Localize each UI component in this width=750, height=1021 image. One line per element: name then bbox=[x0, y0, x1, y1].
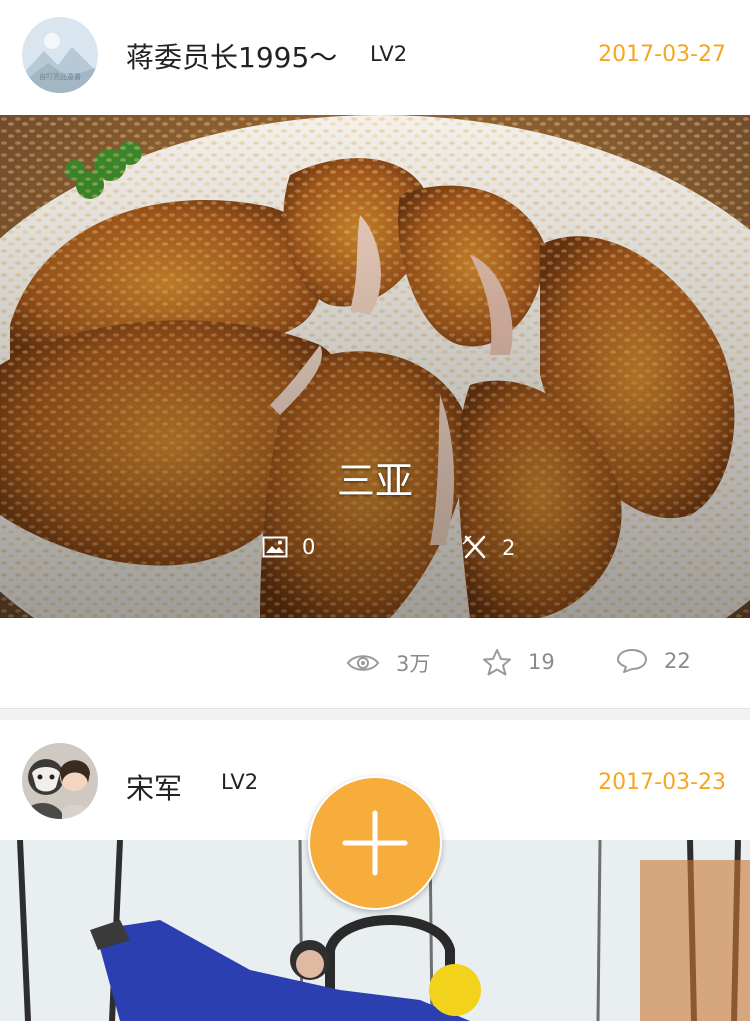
views-count: 3万 bbox=[396, 652, 431, 676]
post-header: 自叮亮品童書 蒋委员长1995～ LV2 2017-03-27 bbox=[0, 0, 750, 115]
user-level: LV2 bbox=[221, 770, 259, 794]
fork-knife-icon bbox=[462, 535, 486, 559]
post-date: 2017-03-23 bbox=[598, 770, 726, 795]
photo-stats: 0 2 bbox=[0, 535, 750, 565]
image-icon bbox=[262, 536, 288, 558]
post-footer: 3万 19 22 bbox=[0, 618, 750, 709]
avatar[interactable] bbox=[22, 743, 98, 819]
food-count-value: 2 bbox=[502, 536, 516, 560]
username[interactable]: 宋军 bbox=[126, 767, 182, 807]
user-level: LV2 bbox=[370, 42, 408, 66]
eye-icon bbox=[346, 655, 380, 671]
username[interactable]: 蒋委员长1995～ bbox=[126, 36, 337, 76]
avatar-text: 自叮亮品童書 bbox=[39, 73, 81, 81]
views-stat: 3万 bbox=[346, 648, 430, 678]
photo-count-value: 0 bbox=[302, 535, 316, 559]
post-card[interactable]: 自叮亮品童書 蒋委员长1995～ LV2 2017-03-27 三亚 0 2 3… bbox=[0, 0, 750, 709]
food-count: 2 bbox=[462, 535, 515, 561]
post-date: 2017-03-27 bbox=[598, 42, 726, 67]
favorites-count: 19 bbox=[528, 650, 555, 674]
favorites-stat[interactable]: 19 bbox=[482, 648, 555, 676]
avatar[interactable]: 自叮亮品童書 bbox=[22, 17, 98, 93]
post-photo[interactable]: 三亚 0 2 bbox=[0, 115, 750, 618]
photo-count: 0 bbox=[262, 535, 315, 559]
comments-stat[interactable]: 22 bbox=[616, 648, 691, 674]
post-caption: 三亚 bbox=[336, 459, 413, 503]
comments-count: 22 bbox=[664, 649, 691, 673]
comment-icon[interactable] bbox=[616, 648, 648, 674]
add-button[interactable] bbox=[308, 776, 442, 910]
star-icon[interactable] bbox=[482, 648, 512, 676]
plus-icon bbox=[342, 810, 408, 876]
